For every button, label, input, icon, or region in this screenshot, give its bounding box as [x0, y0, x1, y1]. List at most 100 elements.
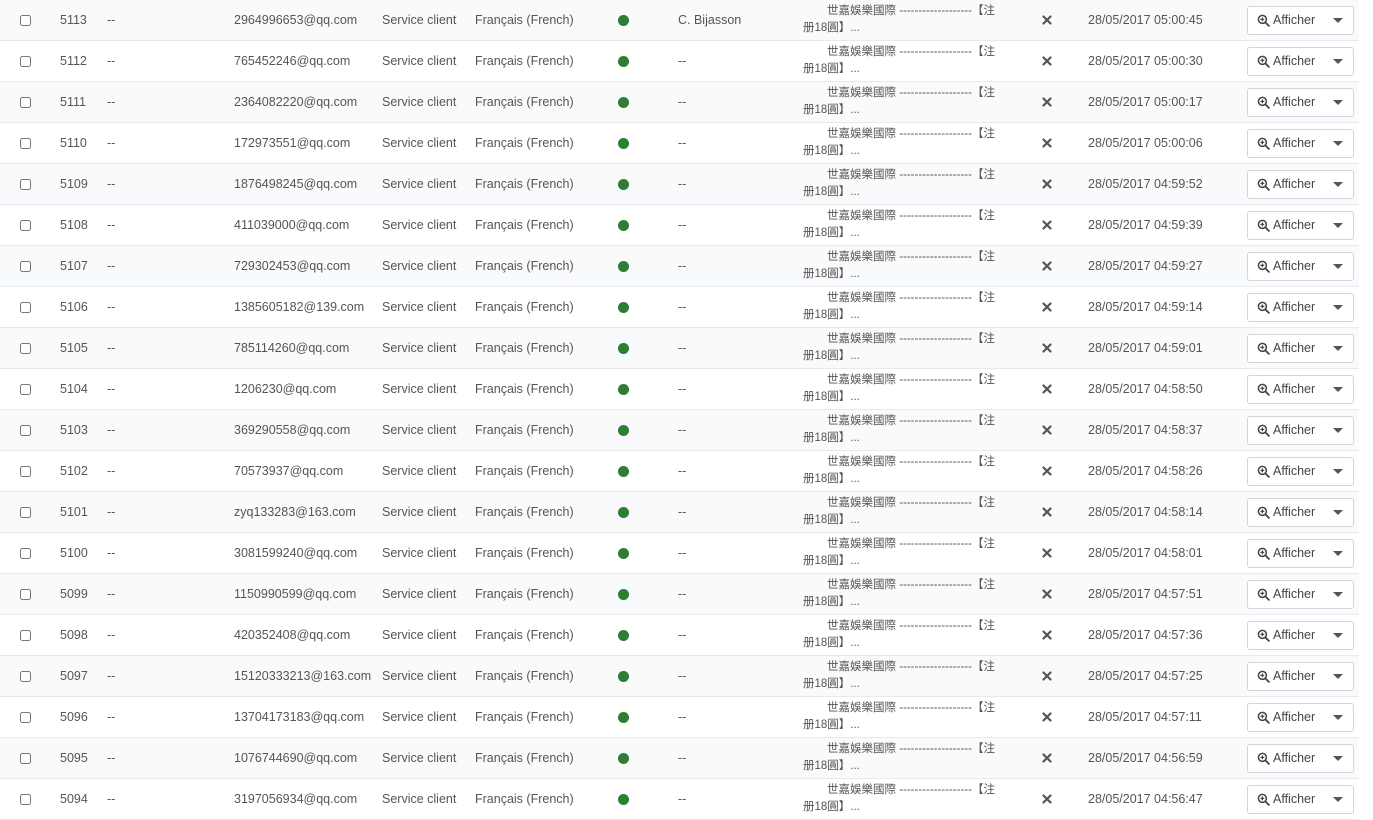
- last-message-line1: 世嘉娛樂國際 -------------------【注: [827, 538, 995, 550]
- row-checkbox[interactable]: [20, 588, 31, 600]
- thread-id: 5107: [60, 259, 88, 273]
- view-button[interactable]: Afficher: [1248, 294, 1323, 321]
- last-message-date: 28/05/2017 05:00:06: [1088, 136, 1203, 150]
- more-actions-dropdown[interactable]: [1323, 704, 1353, 731]
- row-checkbox-cell: [20, 287, 31, 327]
- last-message: 世嘉娛樂國際 -------------------【注 册18圓】...: [803, 167, 1008, 201]
- row-checkbox[interactable]: [20, 137, 31, 149]
- view-button[interactable]: Afficher: [1248, 622, 1323, 649]
- last-message-date: 28/05/2017 04:58:01: [1088, 546, 1203, 560]
- thread-id: 5102: [60, 464, 88, 478]
- view-button[interactable]: Afficher: [1248, 458, 1323, 485]
- row-checkbox[interactable]: [20, 383, 31, 395]
- more-actions-dropdown[interactable]: [1323, 212, 1353, 239]
- last-message-line2: 册18圓】...: [803, 719, 860, 731]
- more-actions-dropdown[interactable]: [1323, 48, 1353, 75]
- more-actions-dropdown[interactable]: [1323, 294, 1353, 321]
- customer-threads-table: 5113 -- 2964996653@qq.com Service client…: [0, 0, 1359, 820]
- language: Français (French): [475, 464, 574, 478]
- row-checkbox[interactable]: [20, 178, 31, 190]
- more-actions-dropdown[interactable]: [1323, 253, 1353, 280]
- employee: --: [678, 136, 687, 150]
- view-button[interactable]: Afficher: [1248, 499, 1323, 526]
- customer-name: --: [107, 792, 116, 806]
- table-row: 5098 -- 420352408@qq.com Service client …: [0, 615, 1359, 656]
- row-checkbox[interactable]: [20, 14, 31, 26]
- view-button-group: Afficher: [1247, 743, 1355, 773]
- status-dot-icon: [618, 547, 629, 559]
- view-button[interactable]: Afficher: [1248, 7, 1323, 34]
- view-button[interactable]: Afficher: [1248, 48, 1323, 75]
- row-checkbox[interactable]: [20, 342, 31, 354]
- status-dot-icon: [618, 588, 629, 600]
- customer-name: --: [107, 95, 116, 109]
- thread-id: 5111: [60, 95, 86, 109]
- more-actions-dropdown[interactable]: [1323, 745, 1353, 772]
- view-button[interactable]: Afficher: [1248, 335, 1323, 362]
- close-icon: [1042, 697, 1052, 737]
- row-checkbox-cell: [20, 492, 31, 532]
- view-button[interactable]: Afficher: [1248, 540, 1323, 567]
- more-actions-dropdown[interactable]: [1323, 499, 1353, 526]
- view-button[interactable]: Afficher: [1248, 581, 1323, 608]
- view-button[interactable]: Afficher: [1248, 376, 1323, 403]
- row-checkbox[interactable]: [20, 670, 31, 682]
- row-checkbox[interactable]: [20, 629, 31, 641]
- last-message: 世嘉娛樂國際 -------------------【注 册18圓】...: [803, 44, 1008, 78]
- row-checkbox[interactable]: [20, 301, 31, 313]
- view-button[interactable]: Afficher: [1248, 212, 1323, 239]
- more-actions-dropdown[interactable]: [1323, 581, 1353, 608]
- view-button[interactable]: Afficher: [1248, 171, 1323, 198]
- row-checkbox[interactable]: [20, 793, 31, 805]
- row-checkbox[interactable]: [20, 752, 31, 764]
- status-cell: [618, 0, 629, 40]
- view-button[interactable]: Afficher: [1248, 745, 1323, 772]
- view-button[interactable]: Afficher: [1248, 417, 1323, 444]
- more-actions-dropdown[interactable]: [1323, 7, 1353, 34]
- table-row: 5101 -- zyq133283@163.com Service client…: [0, 492, 1359, 533]
- row-actions: Afficher: [1247, 123, 1355, 163]
- row-checkbox[interactable]: [20, 260, 31, 272]
- row-checkbox[interactable]: [20, 219, 31, 231]
- more-actions-dropdown[interactable]: [1323, 663, 1353, 690]
- language: Français (French): [475, 587, 574, 601]
- view-button-group: Afficher: [1247, 333, 1355, 363]
- more-actions-dropdown[interactable]: [1323, 786, 1353, 813]
- view-button[interactable]: Afficher: [1248, 663, 1323, 690]
- employee: --: [678, 751, 687, 765]
- more-actions-dropdown[interactable]: [1323, 335, 1353, 362]
- view-button[interactable]: Afficher: [1248, 89, 1323, 116]
- zoom-in-icon: [1257, 342, 1270, 355]
- more-actions-dropdown[interactable]: [1323, 540, 1353, 567]
- more-actions-dropdown[interactable]: [1323, 417, 1353, 444]
- more-actions-dropdown[interactable]: [1323, 89, 1353, 116]
- more-actions-dropdown[interactable]: [1323, 171, 1353, 198]
- row-checkbox[interactable]: [20, 424, 31, 436]
- row-checkbox[interactable]: [20, 465, 31, 477]
- row-checkbox[interactable]: [20, 506, 31, 518]
- status-dot-icon: [618, 383, 629, 395]
- row-actions: Afficher: [1247, 0, 1355, 40]
- row-checkbox[interactable]: [20, 96, 31, 108]
- view-button-group: Afficher: [1247, 5, 1355, 35]
- more-actions-dropdown[interactable]: [1323, 130, 1353, 157]
- view-button[interactable]: Afficher: [1248, 130, 1323, 157]
- customer-name: --: [107, 751, 116, 765]
- last-message-line1: 世嘉娛樂國際 -------------------【注: [827, 333, 995, 345]
- view-button[interactable]: Afficher: [1248, 786, 1323, 813]
- last-message-date: 28/05/2017 04:59:14: [1088, 300, 1203, 314]
- close-icon: [1042, 574, 1052, 614]
- row-checkbox[interactable]: [20, 547, 31, 559]
- row-checkbox[interactable]: [20, 711, 31, 723]
- last-message-line1: 世嘉娛樂國際 -------------------【注: [827, 661, 995, 673]
- view-button[interactable]: Afficher: [1248, 704, 1323, 731]
- last-message-line2: 册18圓】...: [803, 145, 860, 157]
- view-button[interactable]: Afficher: [1248, 253, 1323, 280]
- more-actions-dropdown[interactable]: [1323, 622, 1353, 649]
- row-checkbox[interactable]: [20, 55, 31, 67]
- table-row: 5102 -- 70573937@qq.com Service client F…: [0, 451, 1359, 492]
- status-dot-icon: [618, 260, 629, 272]
- more-actions-dropdown[interactable]: [1323, 458, 1353, 485]
- contact-type: Service client: [382, 710, 457, 724]
- more-actions-dropdown[interactable]: [1323, 376, 1353, 403]
